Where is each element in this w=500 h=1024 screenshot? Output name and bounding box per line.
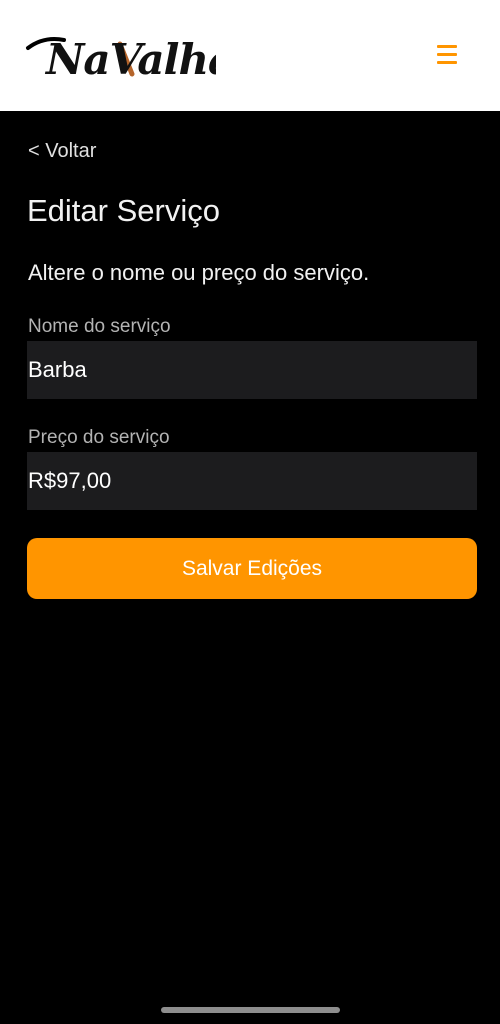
- service-price-label: Preço do serviço: [28, 427, 170, 448]
- service-price-input[interactable]: [27, 452, 477, 510]
- service-name-label: Nome do serviço: [28, 316, 171, 337]
- service-name-input[interactable]: [27, 341, 477, 399]
- menu-line: [437, 61, 457, 64]
- page-title: Editar Serviço: [27, 193, 220, 228]
- hamburger-menu-icon[interactable]: [432, 40, 462, 70]
- screen: NaValha < Voltar Editar Serviço Altere o…: [0, 0, 500, 1024]
- menu-line: [437, 53, 457, 56]
- back-link[interactable]: < Voltar: [28, 140, 96, 163]
- menu-line: [437, 45, 457, 48]
- save-edits-button[interactable]: Salvar Edições: [27, 538, 477, 599]
- app-header: NaValha: [0, 0, 500, 111]
- home-indicator[interactable]: [161, 1007, 340, 1013]
- navalha-logo: NaValha: [26, 35, 216, 84]
- page-subtitle: Altere o nome ou preço do serviço.: [28, 260, 370, 285]
- logo-text: NaValha: [44, 35, 216, 84]
